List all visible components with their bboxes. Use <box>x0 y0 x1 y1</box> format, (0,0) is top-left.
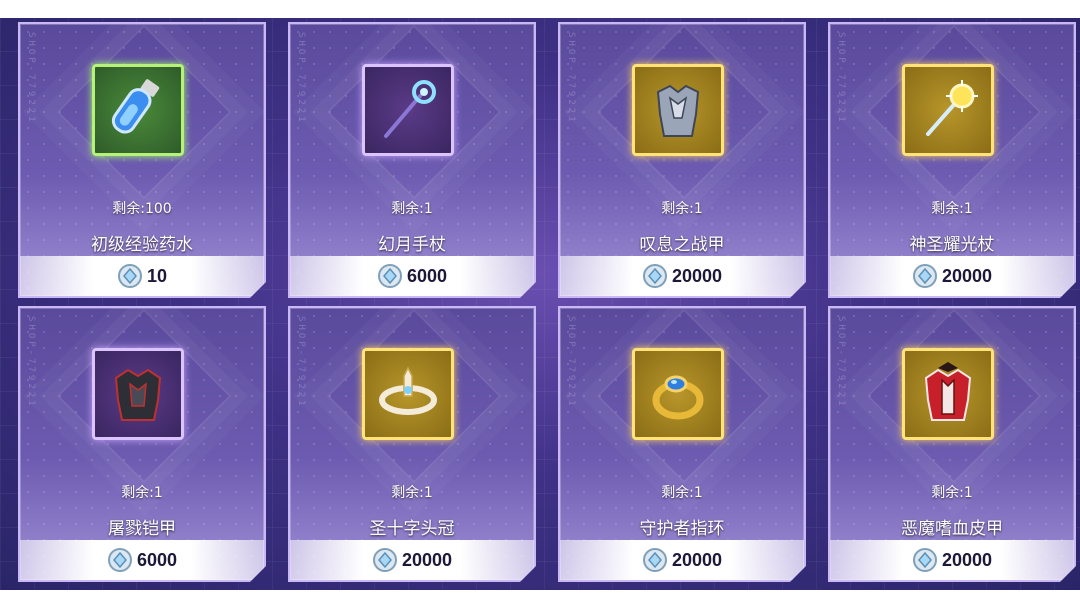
dark-armor-icon <box>92 348 184 440</box>
diamond-coin-icon <box>117 263 143 289</box>
stock-remaining: 剩余:1 <box>931 485 973 501</box>
war-armor-icon <box>632 64 724 156</box>
price-amount: 20000 <box>941 549 993 570</box>
shop-code: SHOP-779221 <box>26 32 36 125</box>
crown-icon <box>362 348 454 440</box>
item-name: 幻月手杖 <box>378 235 446 255</box>
diamond-coin-icon <box>107 547 133 573</box>
shop-code: SHOP-779221 <box>296 32 306 125</box>
shop-item-card[interactable]: SHOP-779221 剩余:1 叹息之战甲 20000 <box>558 22 806 298</box>
shop-item-card[interactable]: SHOP-779221 剩余:1 屠戮铠甲 6000 <box>18 306 266 582</box>
price-bar[interactable]: 6000 <box>290 256 534 296</box>
price-bar[interactable]: 20000 <box>830 540 1074 580</box>
diamond-coin-icon <box>642 263 668 289</box>
price-bar[interactable]: 20000 <box>290 540 534 580</box>
stock-remaining: 剩余:1 <box>931 201 973 217</box>
shop-code: SHOP-779221 <box>836 32 846 125</box>
price-amount: 10 <box>146 265 168 286</box>
shop-item-card[interactable]: SHOP-779221 剩余:1 圣十字头冠 20000 <box>288 306 536 582</box>
stock-remaining: 剩余:1 <box>391 201 433 217</box>
shop-code: SHOP-779221 <box>836 316 846 409</box>
moon-staff-icon <box>362 64 454 156</box>
stock-remaining: 剩余:1 <box>391 485 433 501</box>
price-bar[interactable]: 20000 <box>560 540 804 580</box>
price-bar[interactable]: 6000 <box>20 540 264 580</box>
demon-armor-icon <box>902 348 994 440</box>
price-bar[interactable]: 20000 <box>830 256 1074 296</box>
diamond-coin-icon <box>912 547 938 573</box>
item-name: 叹息之战甲 <box>639 235 725 255</box>
item-name: 初级经验药水 <box>91 235 193 255</box>
diamond-coin-icon <box>372 547 398 573</box>
price-amount: 6000 <box>406 265 448 286</box>
price-bar[interactable]: 10 <box>20 256 264 296</box>
diamond-coin-icon <box>642 547 668 573</box>
shop-code: SHOP-779221 <box>26 316 36 409</box>
stock-remaining: 剩余:1 <box>121 485 163 501</box>
item-name: 圣十字头冠 <box>369 519 455 539</box>
stock-remaining: 剩余:1 <box>661 201 703 217</box>
shop-item-card[interactable]: SHOP-779221 剩余:1 恶魔嗜血皮甲 20000 <box>828 306 1076 582</box>
shop-code: SHOP-779221 <box>566 32 576 125</box>
holy-staff-icon <box>902 64 994 156</box>
price-amount: 20000 <box>401 549 453 570</box>
potion-icon <box>92 64 184 156</box>
shop-code: SHOP-779221 <box>296 316 306 409</box>
diamond-coin-icon <box>377 263 403 289</box>
ring-icon <box>632 348 724 440</box>
item-name: 神圣耀光杖 <box>909 235 995 255</box>
shop-item-card[interactable]: SHOP-779221 剩余:1 守护者指环 20000 <box>558 306 806 582</box>
price-amount: 20000 <box>671 549 723 570</box>
shop-item-card[interactable]: SHOP-779221 剩余:1 幻月手杖 6000 <box>288 22 536 298</box>
diamond-coin-icon <box>912 263 938 289</box>
shop-item-card[interactable]: SHOP-779221 剩余:100 初级经验药水 10 <box>18 22 266 298</box>
price-amount: 20000 <box>671 265 723 286</box>
shop-item-card[interactable]: SHOP-779221 剩余:1 神圣耀光杖 20000 <box>828 22 1076 298</box>
item-name: 恶魔嗜血皮甲 <box>901 519 1003 539</box>
price-bar[interactable]: 20000 <box>560 256 804 296</box>
stock-remaining: 剩余:1 <box>661 485 703 501</box>
item-name: 屠戮铠甲 <box>108 519 176 539</box>
price-amount: 20000 <box>941 265 993 286</box>
shop-panel: SHOP-779221 剩余:100 初级经验药水 10 SHOP-779221 <box>0 18 1080 590</box>
shop-code: SHOP-779221 <box>566 316 576 409</box>
stock-remaining: 剩余:100 <box>112 201 172 217</box>
item-name: 守护者指环 <box>639 519 725 539</box>
price-amount: 6000 <box>136 549 178 570</box>
